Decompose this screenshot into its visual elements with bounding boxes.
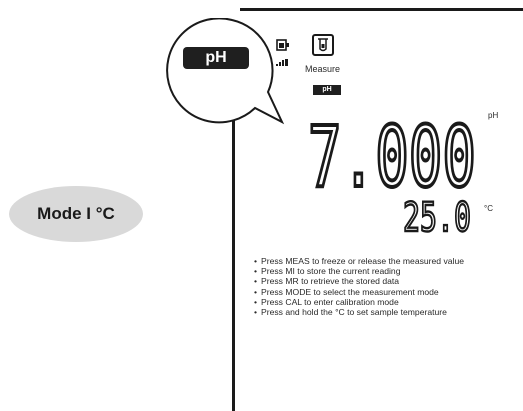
mode-badge: pH <box>313 85 341 95</box>
instruction-item: Press MODE to select the measurement mod… <box>254 287 464 297</box>
mode-temperature-key[interactable]: Mode I °C <box>9 186 143 242</box>
beaker-icon <box>318 38 328 52</box>
signal-strength-icon <box>276 59 288 66</box>
ph-value-display: 7.000 <box>308 120 478 192</box>
instruction-item: Press and hold the °C to set sample temp… <box>254 307 464 317</box>
temperature-value-display: 25.0 <box>403 198 472 234</box>
measure-icon <box>312 34 334 56</box>
display-frame-top <box>240 8 523 11</box>
ph-unit-label: pH <box>488 111 499 120</box>
ph-mode-indicator: pH <box>183 47 249 69</box>
display-frame-left <box>232 118 235 411</box>
magnifier-callout <box>166 18 285 125</box>
instruction-item: Press CAL to enter calibration mode <box>254 297 464 307</box>
instruction-item: Press MR to retrieve the stored data <box>254 276 464 286</box>
instruction-list: Press MEAS to freeze or release the meas… <box>254 256 464 317</box>
battery-icon <box>276 39 289 51</box>
ph-value-text: 7.000 <box>308 120 476 192</box>
instruction-item: Press MEAS to freeze or release the meas… <box>254 256 464 266</box>
measure-label: Measure <box>305 64 341 74</box>
temperature-value-text: 25.0 <box>403 198 471 234</box>
temperature-unit-label: °C <box>484 204 493 213</box>
instruction-item: Press MI to store the current reading <box>254 266 464 276</box>
